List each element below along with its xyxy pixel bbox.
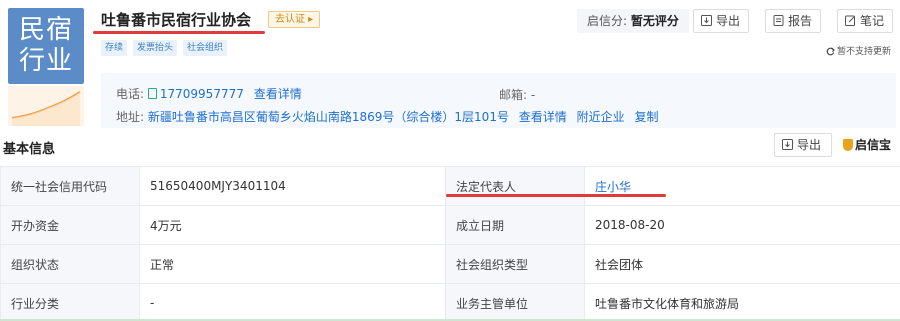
field-label: 业务主管单位 bbox=[445, 283, 585, 321]
address-row: 地址: 新疆吐鲁番市高昌区葡萄乡火焰山南路1869号（综合楼）1层101号 查看… bbox=[116, 108, 659, 125]
table-row: 行业分类 - 业务主管单位 吐鲁番市文化体育和旅游局 bbox=[0, 283, 900, 321]
export-button[interactable]: 导出 bbox=[693, 9, 750, 33]
field-value: 社会团体 bbox=[584, 244, 900, 284]
field-label: 统一社会信用代码 bbox=[0, 166, 140, 206]
field-value: 2018-08-20 bbox=[584, 205, 900, 245]
field-label: 行业分类 bbox=[0, 283, 140, 321]
note-button[interactable]: 笔记 bbox=[837, 9, 894, 33]
tag-org-type: 社会组织 bbox=[183, 40, 228, 56]
export-icon bbox=[701, 15, 712, 26]
logo-text: 民宿行业 bbox=[18, 15, 73, 76]
phone-detail-link[interactable]: 查看详情 bbox=[254, 87, 302, 101]
phone-row: 电话: 17709957777 查看详情 bbox=[116, 85, 302, 102]
table-row: 组织状态 正常 社会组织类型 社会团体 bbox=[0, 244, 900, 284]
note-label: 笔记 bbox=[860, 14, 885, 28]
copy-address-link[interactable]: 复制 bbox=[634, 110, 658, 124]
field-label: 法定代表人 bbox=[445, 166, 585, 206]
refresh-note-text: 暂不支持更新 bbox=[837, 47, 892, 57]
score-label: 启信分: bbox=[587, 14, 628, 28]
field-label: 组织状态 bbox=[0, 244, 140, 284]
basic-export-label: 导出 bbox=[797, 138, 822, 152]
address-label: 地址: bbox=[116, 110, 145, 124]
brand-logo: 启信宝 bbox=[843, 136, 891, 153]
edit-note-icon bbox=[845, 15, 855, 26]
field-value: 正常 bbox=[139, 244, 446, 284]
section-title: 基本信息 bbox=[3, 142, 56, 157]
field-label: 社会组织类型 bbox=[445, 244, 585, 284]
table-row: 开办资金 4万元 成立日期 2018-08-20 bbox=[0, 205, 900, 245]
field-label: 开办资金 bbox=[0, 205, 140, 245]
export-icon bbox=[782, 139, 793, 150]
field-value: - bbox=[139, 283, 446, 321]
highlight-underline bbox=[446, 194, 666, 197]
phone-icon bbox=[147, 88, 157, 99]
field-value: 吐鲁番市文化体育和旅游局 bbox=[584, 283, 900, 321]
field-value: 4万元 bbox=[139, 205, 446, 245]
table-row: 统一社会信用代码 51650400MJY3401104 法定代表人 庄小华 bbox=[0, 166, 900, 206]
tag-status: 存续 bbox=[101, 40, 128, 56]
credit-score: 启信分: 暂无评分 bbox=[577, 9, 689, 33]
report-label: 报告 bbox=[788, 14, 813, 28]
report-icon bbox=[773, 15, 784, 26]
nearby-companies-link[interactable]: 附近企业 bbox=[577, 110, 625, 124]
company-name: 吐鲁番市民宿行业协会 bbox=[101, 11, 252, 29]
trend-chart-icon bbox=[8, 86, 84, 126]
refresh-note: 暂不支持更新 bbox=[826, 44, 891, 57]
refresh-icon bbox=[826, 47, 835, 56]
address-detail-link[interactable]: 查看详情 bbox=[519, 110, 567, 124]
export-label: 导出 bbox=[716, 14, 741, 28]
email-row: 邮箱: - bbox=[499, 86, 535, 103]
email-label: 邮箱: bbox=[499, 88, 528, 102]
address-value[interactable]: 新疆吐鲁番市高昌区葡萄乡火焰山南路1869号（综合楼）1层101号 bbox=[148, 110, 509, 124]
certify-badge[interactable]: 去认证 ▸ bbox=[268, 11, 321, 28]
status-tags: 存续 发票抬头 社会组织 bbox=[101, 40, 228, 56]
field-value: 51650400MJY3401104 bbox=[139, 166, 446, 206]
contact-panel: 电话: 17709957777 查看详情 邮箱: - 地址: 新疆吐鲁番市高昌区… bbox=[101, 73, 896, 128]
phone-number[interactable]: 17709957777 bbox=[160, 87, 244, 101]
email-value: - bbox=[530, 88, 536, 102]
score-value: 暂无评分 bbox=[630, 14, 679, 28]
basic-export-button[interactable]: 导出 bbox=[774, 133, 832, 157]
company-logo: 民宿行业 bbox=[8, 8, 84, 84]
report-button[interactable]: 报告 bbox=[765, 9, 822, 33]
highlight-underline bbox=[93, 31, 265, 34]
basic-info-table: 统一社会信用代码 51650400MJY3401104 法定代表人 庄小华 开办… bbox=[0, 166, 900, 321]
legal-rep-link[interactable]: 庄小华 bbox=[584, 166, 900, 206]
brand-name: 启信宝 bbox=[855, 138, 892, 152]
phone-label: 电话: bbox=[116, 87, 145, 101]
field-label: 成立日期 bbox=[445, 205, 585, 245]
tag-invoice[interactable]: 发票抬头 bbox=[133, 40, 178, 56]
shield-icon bbox=[843, 139, 853, 151]
